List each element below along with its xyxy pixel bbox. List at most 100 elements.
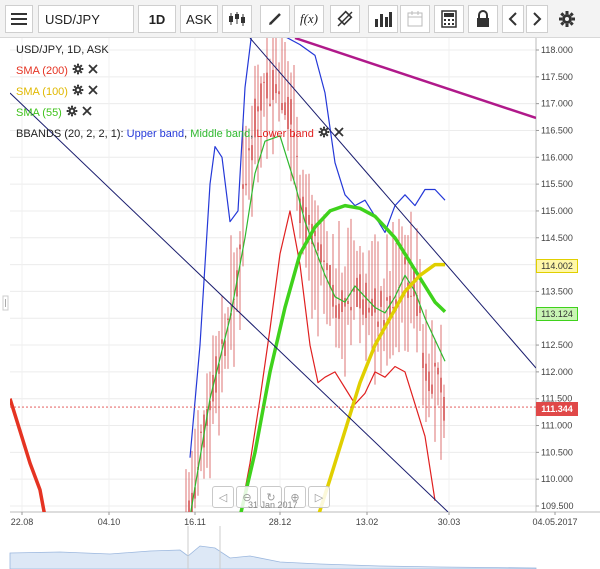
calculator-button[interactable]	[434, 5, 464, 33]
candle-body	[392, 307, 394, 309]
candle-body	[362, 299, 364, 315]
candle-body	[221, 339, 223, 344]
scroll-left-button[interactable]	[502, 5, 524, 33]
candle-body	[437, 367, 439, 375]
candle-body	[266, 72, 268, 99]
gear-icon	[318, 126, 330, 142]
fx-icon: f(x)	[299, 11, 319, 26]
hide-drawings-button[interactable]	[330, 5, 360, 33]
candle-body	[380, 290, 382, 307]
candle-body	[272, 69, 274, 100]
y-tick-label: 117.000	[541, 99, 573, 109]
y-tick-label: 116.000	[541, 152, 573, 162]
mini-navigator[interactable]	[9, 526, 537, 569]
chevron-left-icon: ◁	[218, 491, 228, 504]
candle-body	[365, 282, 367, 319]
crosshair-date-label: 31 Jan 2017	[248, 500, 298, 510]
candle-body	[287, 96, 289, 130]
drawing-tools-button[interactable]	[260, 5, 290, 33]
y-tick-label: 116.500	[541, 125, 573, 135]
candle-body	[347, 300, 349, 305]
sma55-price-tag: 113.124	[536, 307, 578, 321]
calendar-icon	[406, 10, 424, 28]
gear-icon	[558, 10, 576, 28]
candle-body	[368, 307, 370, 313]
price-side-value: ASK	[185, 11, 212, 27]
chart-type-button[interactable]	[222, 5, 252, 33]
pan-left-button[interactable]: ◁	[212, 486, 234, 508]
y-tick-label: 113.500	[541, 286, 573, 296]
candle-body	[326, 263, 328, 271]
candle-body	[350, 306, 352, 311]
candle-body	[377, 321, 379, 327]
candle-body	[404, 257, 406, 265]
candle-body	[227, 318, 229, 320]
bbands-settings-button[interactable]	[318, 126, 330, 142]
sma55-remove-button[interactable]	[82, 106, 92, 120]
lock-button[interactable]	[468, 5, 498, 33]
candle-body	[422, 352, 424, 369]
legend-bbands-lower: Lower band	[256, 128, 314, 140]
bbands-remove-button[interactable]	[334, 127, 344, 141]
y-tick-label: 112.000	[541, 367, 573, 377]
sma100-settings-button[interactable]	[72, 84, 84, 100]
pencil-icon	[267, 11, 283, 27]
candle-body	[278, 91, 280, 95]
candle-body	[296, 155, 298, 157]
candle-body	[443, 396, 445, 421]
y-tick-label: 115.500	[541, 179, 573, 189]
scroll-right-button[interactable]	[526, 5, 548, 33]
sma200-settings-button[interactable]	[72, 63, 84, 79]
x-tick-label: 13.02	[356, 517, 379, 527]
candle-body	[386, 297, 388, 301]
candle-body	[440, 377, 442, 393]
candle-body	[374, 288, 376, 313]
sma100-remove-button[interactable]	[88, 85, 98, 99]
candle-body	[410, 295, 412, 297]
candle-body	[263, 81, 265, 83]
sma200-remove-button[interactable]	[88, 64, 98, 78]
candlestick-icon	[228, 11, 246, 27]
gear-icon	[72, 84, 84, 100]
bar-chart-icon	[374, 11, 392, 27]
calendar-button[interactable]	[400, 5, 430, 33]
price-side-select[interactable]: ASK	[180, 5, 218, 33]
candle-body	[239, 244, 241, 250]
symbol-select[interactable]: USD/JPY	[38, 5, 134, 33]
pan-right-button[interactable]: ▷	[308, 486, 330, 508]
candle-body	[317, 242, 319, 251]
close-icon	[88, 64, 98, 78]
menu-button[interactable]	[5, 5, 33, 33]
y-tick-label: 117.500	[541, 72, 573, 82]
toolbar: USD/JPY 1D ASK f(x)	[0, 0, 600, 38]
hamburger-icon	[11, 13, 27, 25]
candle-body	[281, 103, 283, 111]
lock-icon	[476, 10, 490, 28]
legend-title-text: USD/JPY, 1D, ASK	[16, 44, 109, 56]
legend-sma55-label: SMA (55)	[16, 107, 62, 119]
last-price-tag: 111.344	[536, 402, 578, 416]
y-tick-label: 110.500	[541, 447, 573, 457]
chart-area[interactable]: 118.000 117.500 117.000 116.500 116.000 115.5…	[0, 38, 600, 569]
sma55-settings-button[interactable]	[66, 105, 78, 121]
y-tick-label: 114.500	[541, 233, 573, 243]
legend-sma100: SMA (100)	[16, 84, 98, 100]
y-tick-label: 111.000	[541, 421, 572, 431]
x-tick-label: 16.11	[184, 517, 206, 527]
candle-body	[428, 371, 430, 392]
settings-button[interactable]	[554, 5, 580, 33]
timeframe-select[interactable]: 1D	[138, 5, 176, 33]
candle-body	[320, 244, 322, 263]
candle-body	[431, 384, 433, 394]
legend-bbands-upper: Upper band	[126, 128, 185, 140]
legend-bbands: BBANDS (20, 2, 2, 1): Upper band , Middl…	[16, 126, 344, 142]
y-tick-label: 115.000	[541, 206, 573, 216]
gear-icon	[72, 63, 84, 79]
candle-body	[335, 305, 337, 318]
close-icon	[88, 85, 98, 99]
x-tick-label: 04.05.2017	[532, 517, 577, 527]
indicators-button[interactable]: f(x)	[294, 5, 324, 33]
volume-button[interactable]	[368, 5, 398, 33]
legend-sma200-label: SMA (200)	[16, 65, 68, 77]
candle-body	[323, 260, 325, 262]
